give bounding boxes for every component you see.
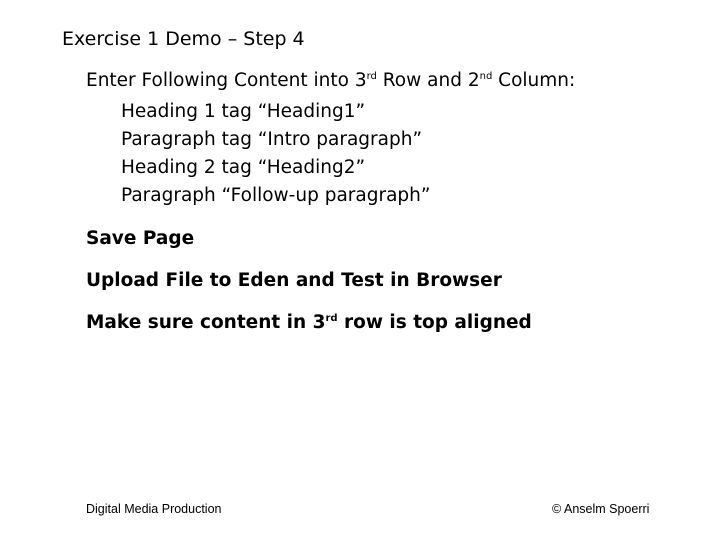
list-item: Heading 1 tag “Heading1” bbox=[121, 98, 430, 126]
align-text-2: row is top aligned bbox=[338, 312, 532, 333]
step-top-align: Make sure content in 3rd row is top alig… bbox=[86, 312, 532, 333]
align-superscript-rd: rd bbox=[326, 313, 338, 324]
content-list: Heading 1 tag “Heading1” Paragraph tag “… bbox=[121, 98, 430, 210]
intro-text-1: Enter Following Content into 3 bbox=[86, 70, 367, 91]
footer-course: Digital Media Production bbox=[86, 502, 222, 516]
intro-instruction: Enter Following Content into 3rd Row and… bbox=[86, 70, 575, 91]
footer-copyright: © Anselm Spoerri bbox=[552, 502, 649, 516]
list-item: Heading 2 tag “Heading2” bbox=[121, 154, 430, 182]
intro-superscript-rd: rd bbox=[367, 71, 377, 82]
slide-title: Exercise 1 Demo – Step 4 bbox=[62, 28, 305, 50]
list-item: Paragraph “Follow-up paragraph” bbox=[121, 182, 430, 210]
step-save-page: Save Page bbox=[86, 228, 194, 249]
list-item: Paragraph tag “Intro paragraph” bbox=[121, 126, 430, 154]
intro-text-3: Column: bbox=[492, 70, 575, 91]
step-upload-file: Upload File to Eden and Test in Browser bbox=[86, 270, 502, 291]
intro-text-2: Row and 2 bbox=[377, 70, 480, 91]
intro-superscript-nd: nd bbox=[480, 71, 493, 82]
align-text-1: Make sure content in 3 bbox=[86, 312, 326, 333]
